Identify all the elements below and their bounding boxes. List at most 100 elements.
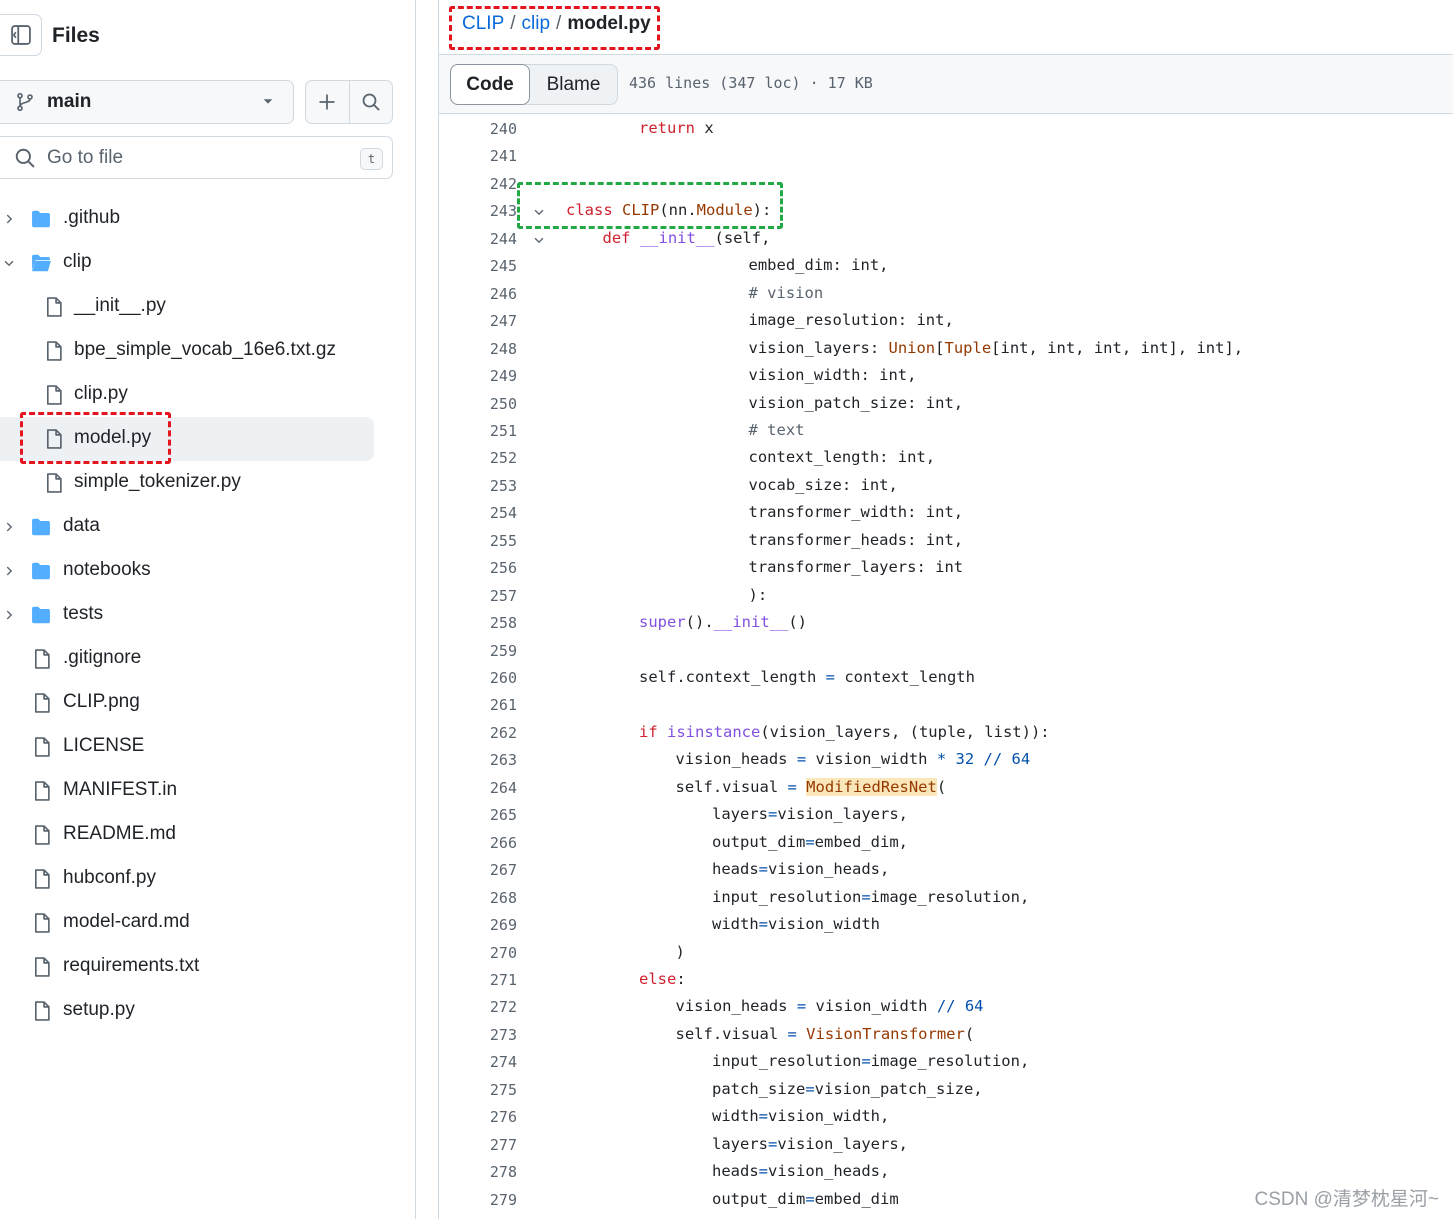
- tree-file[interactable]: model-card.md: [0, 901, 416, 945]
- tree-file[interactable]: hubconf.py: [0, 857, 416, 901]
- code-token: (): [788, 613, 807, 631]
- line-number[interactable]: 258: [439, 614, 517, 632]
- branch-selector[interactable]: main: [0, 80, 294, 124]
- line-number[interactable]: 276: [439, 1108, 517, 1126]
- file-tree-sidebar: Files main Go to file t .github clip __ini…: [0, 0, 416, 1219]
- code-token: =: [861, 888, 871, 906]
- line-number[interactable]: 275: [439, 1081, 517, 1099]
- code-token: // 64: [936, 997, 984, 1015]
- code-line: heads=vision_heads,: [712, 1162, 889, 1180]
- file-icon: [34, 1001, 50, 1021]
- code-line: input_resolution=image_resolution,: [712, 1052, 1029, 1070]
- chevron-right-icon[interactable]: [2, 608, 16, 622]
- line-number[interactable]: 260: [439, 669, 517, 687]
- line-number[interactable]: 244: [439, 230, 517, 248]
- tree-file[interactable]: setup.py: [0, 989, 416, 1033]
- line-number[interactable]: 249: [439, 367, 517, 385]
- line-number[interactable]: 268: [439, 889, 517, 907]
- code-token: patch_size: [712, 1080, 806, 1098]
- line-number[interactable]: 256: [439, 559, 517, 577]
- tree-file[interactable]: bpe_simple_vocab_16e6.txt.gz: [0, 329, 416, 373]
- line-number[interactable]: 243: [439, 202, 517, 220]
- code-token: =: [796, 997, 807, 1015]
- line-number[interactable]: 257: [439, 587, 517, 605]
- code-token: input_resolution: [712, 1052, 862, 1070]
- code-token: vision_width: [806, 997, 937, 1015]
- fold-chevron-icon[interactable]: [532, 233, 546, 247]
- line-number[interactable]: 245: [439, 257, 517, 275]
- tab-blame[interactable]: Blame: [530, 65, 617, 104]
- go-to-file-input[interactable]: Go to file t: [0, 136, 393, 179]
- tree-file[interactable]: LICENSE: [0, 725, 416, 769]
- line-number[interactable]: 266: [439, 834, 517, 852]
- line-number[interactable]: 248: [439, 340, 517, 358]
- sidebar-header: Files: [0, 14, 416, 60]
- tree-item-label: notebooks: [63, 559, 151, 580]
- code-line: vision_width: int,: [749, 366, 917, 384]
- code-token: * 32 // 64: [936, 750, 1031, 768]
- line-number[interactable]: 252: [439, 449, 517, 467]
- tree-item-label: data: [63, 515, 100, 536]
- code-token: image_resolution,: [870, 888, 1030, 906]
- tree-file[interactable]: simple_tokenizer.py: [0, 461, 416, 505]
- tree-item-label: clip.py: [74, 383, 128, 404]
- code-token: def: [602, 229, 640, 247]
- line-number[interactable]: 251: [439, 422, 517, 440]
- line-number[interactable]: 246: [439, 285, 517, 303]
- tree-file[interactable]: __init__.py: [0, 285, 416, 329]
- folder-icon: [32, 518, 50, 536]
- code-token: __init__: [713, 613, 789, 631]
- line-number[interactable]: 242: [439, 175, 517, 193]
- line-number[interactable]: 255: [439, 532, 517, 550]
- tree-folder[interactable]: notebooks: [0, 549, 416, 593]
- chevron-right-icon[interactable]: [2, 212, 16, 226]
- tree-file[interactable]: requirements.txt: [0, 945, 416, 989]
- search-button[interactable]: [350, 81, 393, 123]
- line-number[interactable]: 262: [439, 724, 517, 742]
- code-token: vision_layers,: [777, 805, 908, 823]
- line-number[interactable]: 277: [439, 1136, 517, 1154]
- tree-file[interactable]: clip.py: [0, 373, 416, 417]
- code-token: isinstance: [667, 723, 761, 741]
- collapse-sidebar-button[interactable]: [0, 14, 42, 56]
- tree-item-label: __init__.py: [74, 295, 166, 316]
- line-number[interactable]: 259: [439, 642, 517, 660]
- line-number[interactable]: 267: [439, 861, 517, 879]
- line-number[interactable]: 272: [439, 998, 517, 1016]
- line-number[interactable]: 240: [439, 120, 517, 138]
- tree-item-label: MANIFEST.in: [63, 779, 178, 800]
- line-number[interactable]: 271: [439, 971, 517, 989]
- add-file-button[interactable]: [306, 81, 350, 123]
- chevron-right-icon[interactable]: [2, 520, 16, 534]
- code-line: ): [676, 943, 685, 961]
- line-number[interactable]: 274: [439, 1053, 517, 1071]
- line-number[interactable]: 265: [439, 806, 517, 824]
- chevron-right-icon[interactable]: [2, 564, 16, 578]
- line-number[interactable]: 270: [439, 944, 517, 962]
- line-number[interactable]: 254: [439, 504, 517, 522]
- code-token: =: [805, 1190, 815, 1208]
- line-number[interactable]: 279: [439, 1191, 517, 1209]
- tab-code[interactable]: Code: [450, 64, 530, 105]
- chevron-down-icon[interactable]: [2, 256, 16, 270]
- tree-file[interactable]: CLIP.png: [0, 681, 416, 725]
- tree-file[interactable]: MANIFEST.in: [0, 769, 416, 813]
- line-number[interactable]: 278: [439, 1163, 517, 1181]
- tree-folder[interactable]: data: [0, 505, 416, 549]
- line-number[interactable]: 269: [439, 916, 517, 934]
- line-number[interactable]: 241: [439, 147, 517, 165]
- line-number[interactable]: 263: [439, 751, 517, 769]
- line-number[interactable]: 250: [439, 395, 517, 413]
- tree-folder[interactable]: .github: [0, 197, 416, 241]
- line-number[interactable]: 253: [439, 477, 517, 495]
- line-number[interactable]: 261: [439, 696, 517, 714]
- code-token: vision_heads,: [768, 860, 890, 878]
- line-number[interactable]: 247: [439, 312, 517, 330]
- code-token: vision_width: [768, 915, 880, 933]
- tree-file[interactable]: README.md: [0, 813, 416, 857]
- line-number[interactable]: 273: [439, 1026, 517, 1044]
- tree-folder[interactable]: tests: [0, 593, 416, 637]
- tree-file[interactable]: .gitignore: [0, 637, 416, 681]
- tree-folder[interactable]: clip: [0, 241, 416, 285]
- line-number[interactable]: 264: [439, 779, 517, 797]
